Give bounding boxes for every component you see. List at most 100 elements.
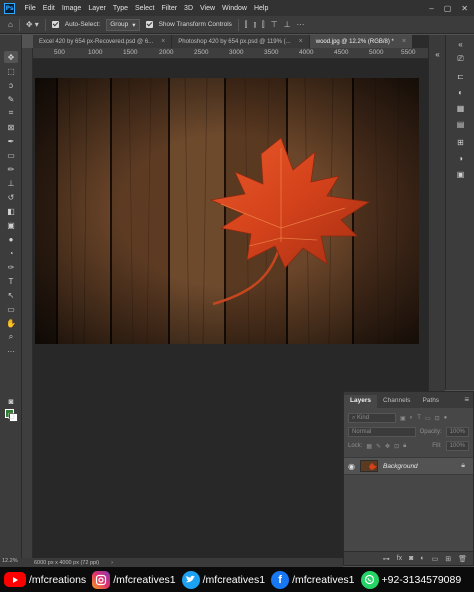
screen-mode-icon[interactable]: ▢: [4, 409, 18, 421]
filter-smart-icon[interactable]: ⊡: [435, 415, 440, 422]
path-select-tool-icon[interactable]: ↖: [4, 289, 18, 301]
lock-pixels-icon[interactable]: ▦: [366, 443, 372, 450]
blend-mode-dropdown[interactable]: Normal: [348, 427, 416, 437]
maximize-icon[interactable]: ▢: [444, 4, 452, 13]
wood-leaf-image[interactable]: [35, 78, 419, 344]
tab-paths[interactable]: Paths: [416, 395, 445, 408]
tab-excel-psd[interactable]: Excel 420 by 654 px-Recovered.psd @ 6...…: [33, 35, 173, 48]
group-icon[interactable]: ▭: [432, 555, 439, 563]
trash-icon[interactable]: 🗑︎: [458, 555, 467, 563]
menu-type[interactable]: Type: [109, 5, 131, 12]
close-icon[interactable]: ×: [299, 38, 303, 45]
dodge-tool-icon[interactable]: ◔: [4, 247, 18, 259]
eraser-tool-icon[interactable]: ◧: [4, 205, 18, 217]
tab-channels[interactable]: Channels: [377, 395, 416, 408]
shape-tool-icon[interactable]: ▭: [4, 303, 18, 315]
close-icon[interactable]: ✕: [461, 4, 468, 13]
blur-tool-icon[interactable]: ●: [4, 233, 18, 245]
opacity-field[interactable]: 100%: [445, 427, 469, 437]
healing-brush-tool-icon[interactable]: ▭: [4, 149, 18, 161]
tab-label: wood.jpg @ 12.2% (RGB/8) *: [315, 38, 394, 45]
align-middle-icon[interactable]: ⊥: [284, 20, 291, 29]
auto-select-checkbox[interactable]: [51, 21, 59, 28]
more-icon[interactable]: ···: [297, 20, 305, 29]
hand-tool-icon[interactable]: ✋: [4, 317, 18, 329]
close-icon[interactable]: ×: [161, 38, 165, 45]
filter-shape-icon[interactable]: ▭: [425, 415, 431, 422]
menu-file[interactable]: File: [21, 5, 39, 12]
close-icon[interactable]: ×: [402, 38, 406, 45]
properties-icon[interactable]: ⊞: [455, 137, 466, 148]
quick-mask-icon[interactable]: ◙: [4, 395, 18, 407]
document-tabs: Excel 420 by 654 px-Recovered.psd @ 6...…: [33, 35, 428, 48]
brush-tool-icon[interactable]: ✏: [4, 163, 18, 175]
color-icon[interactable]: ◐: [455, 87, 466, 98]
collapse-icon[interactable]: «: [455, 39, 466, 50]
fx-icon[interactable]: fx: [397, 555, 402, 562]
move-tool-icon[interactable]: ✥: [4, 51, 18, 63]
frame-tool-icon[interactable]: ⊠: [4, 121, 18, 133]
align-left-icon[interactable]: ⫿: [245, 20, 248, 30]
filter-pixel-icon[interactable]: ▣: [400, 415, 406, 422]
gradient-tool-icon[interactable]: ▣: [4, 219, 18, 231]
pen-tool-icon[interactable]: ✑: [4, 261, 18, 273]
menu-select[interactable]: Select: [132, 5, 158, 12]
zoom-tool-icon[interactable]: ⌕: [4, 331, 18, 343]
history-icon[interactable]: ⎚: [455, 53, 466, 64]
minimize-icon[interactable]: –: [429, 4, 433, 13]
horizontal-ruler[interactable]: 500 1000 1500 2000 2500 3000 3500 4000 4…: [33, 48, 428, 59]
menu-view[interactable]: View: [197, 5, 219, 12]
status-zoom[interactable]: 12.2%: [0, 558, 33, 567]
layers-icon[interactable]: ▣: [455, 169, 466, 180]
menu-help[interactable]: Help: [250, 5, 271, 12]
new-layer-icon[interactable]: ⊞: [445, 555, 451, 563]
chevron-right-icon[interactable]: ›: [111, 560, 113, 566]
swatches-icon[interactable]: ▦: [455, 103, 466, 114]
adjustment-layer-icon[interactable]: ◐: [420, 555, 424, 562]
lock-position-icon[interactable]: ✥: [385, 443, 390, 450]
adjustments-icon[interactable]: ⊏: [455, 71, 466, 82]
more-tools-icon[interactable]: ···: [4, 345, 18, 357]
patterns-icon[interactable]: ◑: [455, 153, 466, 164]
vertical-ruler[interactable]: [22, 48, 33, 558]
home-icon[interactable]: ⌂: [8, 20, 13, 29]
filter-toggle-icon[interactable]: ●: [444, 415, 448, 421]
align-center-icon[interactable]: ⫾: [253, 20, 256, 30]
layer-row-background[interactable]: ◉ Background 🔒︎: [344, 457, 473, 475]
auto-select-dropdown[interactable]: Group ▾: [106, 18, 140, 31]
lock-artboard-icon[interactable]: ⊡: [394, 443, 399, 450]
quick-select-tool-icon[interactable]: ✎: [4, 93, 18, 105]
libraries-icon[interactable]: ▤: [455, 119, 466, 130]
eyedropper-tool-icon[interactable]: ✒: [4, 135, 18, 147]
align-right-icon[interactable]: ⫿: [262, 20, 265, 30]
kind-filter[interactable]: ⌕ Kind: [348, 413, 396, 423]
tab-wood-jpg[interactable]: wood.jpg @ 12.2% (RGB/8) * ×: [309, 35, 413, 48]
panel-menu-icon[interactable]: ≡: [460, 395, 473, 408]
filter-type-icon[interactable]: T: [417, 415, 421, 421]
tab-photoshop-psd[interactable]: Photoshop 420 by 654 px.psd @ 119% (... …: [172, 35, 310, 48]
menu-filter[interactable]: Filter: [158, 5, 181, 12]
lasso-tool-icon[interactable]: ↄ: [4, 79, 18, 91]
marquee-tool-icon[interactable]: ⬚: [4, 65, 18, 77]
eye-icon[interactable]: ◉: [348, 462, 355, 471]
menu-edit[interactable]: Edit: [39, 5, 58, 12]
clone-stamp-tool-icon[interactable]: ⊥: [4, 177, 18, 189]
menu-window[interactable]: Window: [219, 5, 251, 12]
menu-layer[interactable]: Layer: [85, 5, 110, 12]
history-brush-tool-icon[interactable]: ↺: [4, 191, 18, 203]
lock-all-icon[interactable]: 🔒︎: [403, 443, 406, 450]
lock-paint-icon[interactable]: ✎: [376, 443, 381, 450]
mask-icon[interactable]: ◙: [409, 555, 413, 562]
menu-image[interactable]: Image: [58, 5, 84, 12]
filter-adjust-icon[interactable]: ◐: [410, 415, 414, 421]
collapse-panels-icon[interactable]: «: [432, 49, 443, 60]
show-transform-checkbox[interactable]: [145, 21, 153, 28]
crop-tool-icon[interactable]: ⌗: [4, 107, 18, 119]
move-tool-icon[interactable]: ✥ ▾: [26, 20, 39, 29]
tab-layers[interactable]: Layers: [344, 395, 377, 408]
align-top-icon[interactable]: ⊤: [271, 20, 278, 29]
fill-field[interactable]: 100%: [445, 441, 469, 451]
menu-3d[interactable]: 3D: [181, 5, 197, 12]
type-tool-icon[interactable]: T: [4, 275, 18, 287]
link-icon[interactable]: ⊶: [383, 555, 390, 563]
